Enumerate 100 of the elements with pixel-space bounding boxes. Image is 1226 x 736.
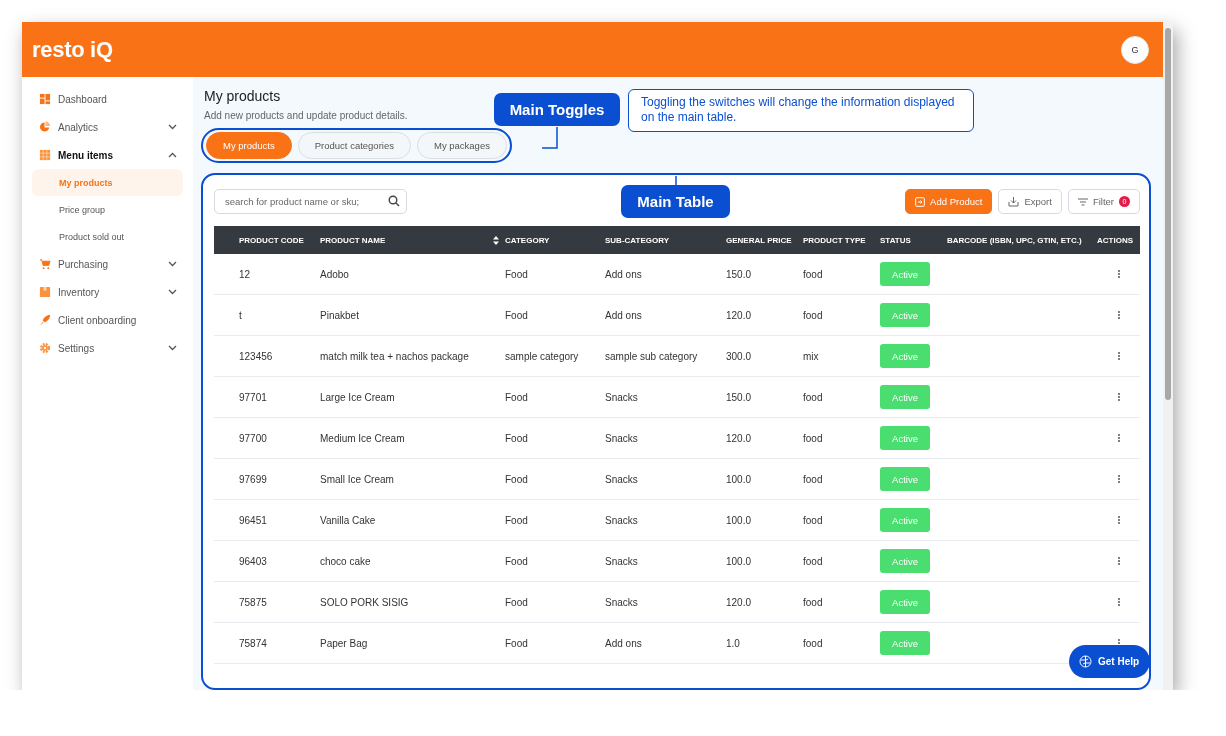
status-badge: Active: [880, 344, 930, 368]
table-cell: 100.0: [726, 514, 752, 526]
search-icon: [388, 195, 400, 207]
kebab-icon: [1117, 270, 1120, 278]
table-cell: 96451: [239, 514, 267, 526]
table-cell: 75874: [239, 637, 267, 649]
table-cell: 123456: [239, 350, 273, 362]
table-cell: 96403: [239, 555, 267, 567]
grid-icon: [39, 93, 51, 105]
kebab-icon: [1117, 475, 1120, 483]
table-cell: 100.0: [726, 473, 752, 485]
kebab-icon: [1117, 434, 1120, 442]
table-cell: 75875: [239, 596, 267, 608]
table-cell: Pinakbet: [320, 309, 359, 321]
table-cell: Food: [505, 391, 528, 403]
download-icon: [1008, 196, 1020, 207]
leader-line: [542, 127, 558, 149]
chevron-up-icon: [168, 152, 177, 158]
column-header: GENERAL PRICE: [726, 235, 793, 245]
table-cell: choco cake: [320, 555, 371, 567]
page-title: My products: [204, 88, 281, 104]
status-badge: Active: [880, 590, 930, 614]
kebab-icon: [1117, 311, 1120, 319]
table-cell: Add ons: [605, 637, 642, 649]
plus-square-icon: [915, 196, 926, 207]
table-cell: food: [803, 309, 823, 321]
sidebar-item[interactable]: Settings: [32, 338, 183, 358]
sidebar-item[interactable]: Inventory: [32, 282, 183, 302]
sidebar-item[interactable]: Analytics: [32, 117, 183, 137]
scrollbar[interactable]: [1163, 22, 1173, 690]
gear-icon: [39, 342, 51, 354]
table-cell: 120.0: [726, 596, 752, 608]
table-cell: Snacks: [605, 391, 638, 403]
column-header: SUB-CATEGORY: [605, 235, 670, 245]
box-icon: [39, 286, 51, 298]
leader-line: [675, 176, 677, 186]
table-cell: Snacks: [605, 555, 638, 567]
table-cell: sample category: [505, 350, 579, 362]
table-cell: 97699: [239, 473, 267, 485]
status-badge: Active: [880, 508, 930, 532]
chevron-down-icon: [168, 261, 177, 267]
export-button[interactable]: Export: [998, 189, 1062, 214]
tab[interactable]: Product categories: [297, 132, 411, 159]
cart-icon: [39, 258, 51, 270]
chevron-down-icon: [168, 289, 177, 295]
kebab-icon: [1117, 598, 1120, 606]
status-badge: Active: [880, 426, 930, 450]
sidebar-item[interactable]: Client onboarding: [32, 310, 183, 330]
annotation-note: Toggling the switches will change the information displayed on the main table.: [628, 89, 974, 132]
table-cell: 120.0: [726, 432, 752, 444]
table-cell: 97700: [239, 432, 267, 444]
table-cell: 120.0: [726, 309, 752, 321]
search-field[interactable]: search for product name or sku;: [214, 189, 407, 214]
table-cell: food: [803, 473, 823, 485]
sidebar-item[interactable]: Dashboard: [32, 89, 183, 109]
table-cell: Vanilla Cake: [320, 514, 376, 526]
status-badge: Active: [880, 549, 930, 573]
kebab-icon: [1117, 557, 1120, 565]
table-cell: Add ons: [605, 268, 642, 280]
table-cell: 12: [239, 268, 251, 280]
table-cell: food: [803, 391, 823, 403]
page-subtitle: Add new products and update product details.: [204, 110, 408, 121]
status-badge: Active: [880, 385, 930, 409]
table-cell: Food: [505, 473, 528, 485]
table-cell: Food: [505, 268, 528, 280]
table-cell: food: [803, 432, 823, 444]
column-header: PRODUCT CODE: [239, 235, 305, 245]
brain-icon: [1079, 655, 1092, 668]
status-badge: Active: [880, 467, 930, 491]
column-header: BARCODE (ISBN, UPC, GTIN, ETC.): [947, 235, 1083, 245]
table-cell: Food: [505, 637, 528, 649]
sidebar-item[interactable]: Menu items: [32, 145, 183, 165]
sort-icon[interactable]: [493, 235, 499, 245]
table-cell: Snacks: [605, 514, 638, 526]
table-cell: 150.0: [726, 391, 752, 403]
sidebar-subitem[interactable]: Product sold out: [32, 223, 183, 250]
table-cell: sample sub category: [605, 350, 698, 362]
sidebar-item[interactable]: Purchasing: [32, 254, 183, 274]
annotation-tag: Main Table: [621, 185, 730, 218]
menu-grid-icon: [39, 149, 51, 161]
column-header: PRODUCT TYPE: [803, 235, 867, 245]
table-cell: 150.0: [726, 268, 752, 280]
table-cell: Snacks: [605, 432, 638, 444]
table-cell: Medium Ice Cream: [320, 432, 405, 444]
table-cell: food: [803, 268, 823, 280]
table-cell: Food: [505, 514, 528, 526]
user-avatar[interactable]: G: [1121, 35, 1149, 64]
table-cell: Food: [505, 432, 528, 444]
table-cell: food: [803, 555, 823, 567]
table-cell: 1.0: [726, 637, 740, 649]
table-cell: Paper Bag: [320, 637, 368, 649]
table-cell: food: [803, 596, 823, 608]
kebab-icon: [1117, 393, 1120, 401]
chevron-down-icon: [168, 124, 177, 130]
tab[interactable]: My packages: [416, 132, 507, 159]
sidebar-subitem[interactable]: Price group: [32, 196, 183, 223]
table-cell: Large Ice Cream: [320, 391, 395, 403]
table-cell: Snacks: [605, 473, 638, 485]
table-cell: Small Ice Cream: [320, 473, 394, 485]
pie-chart-icon: [39, 121, 51, 133]
